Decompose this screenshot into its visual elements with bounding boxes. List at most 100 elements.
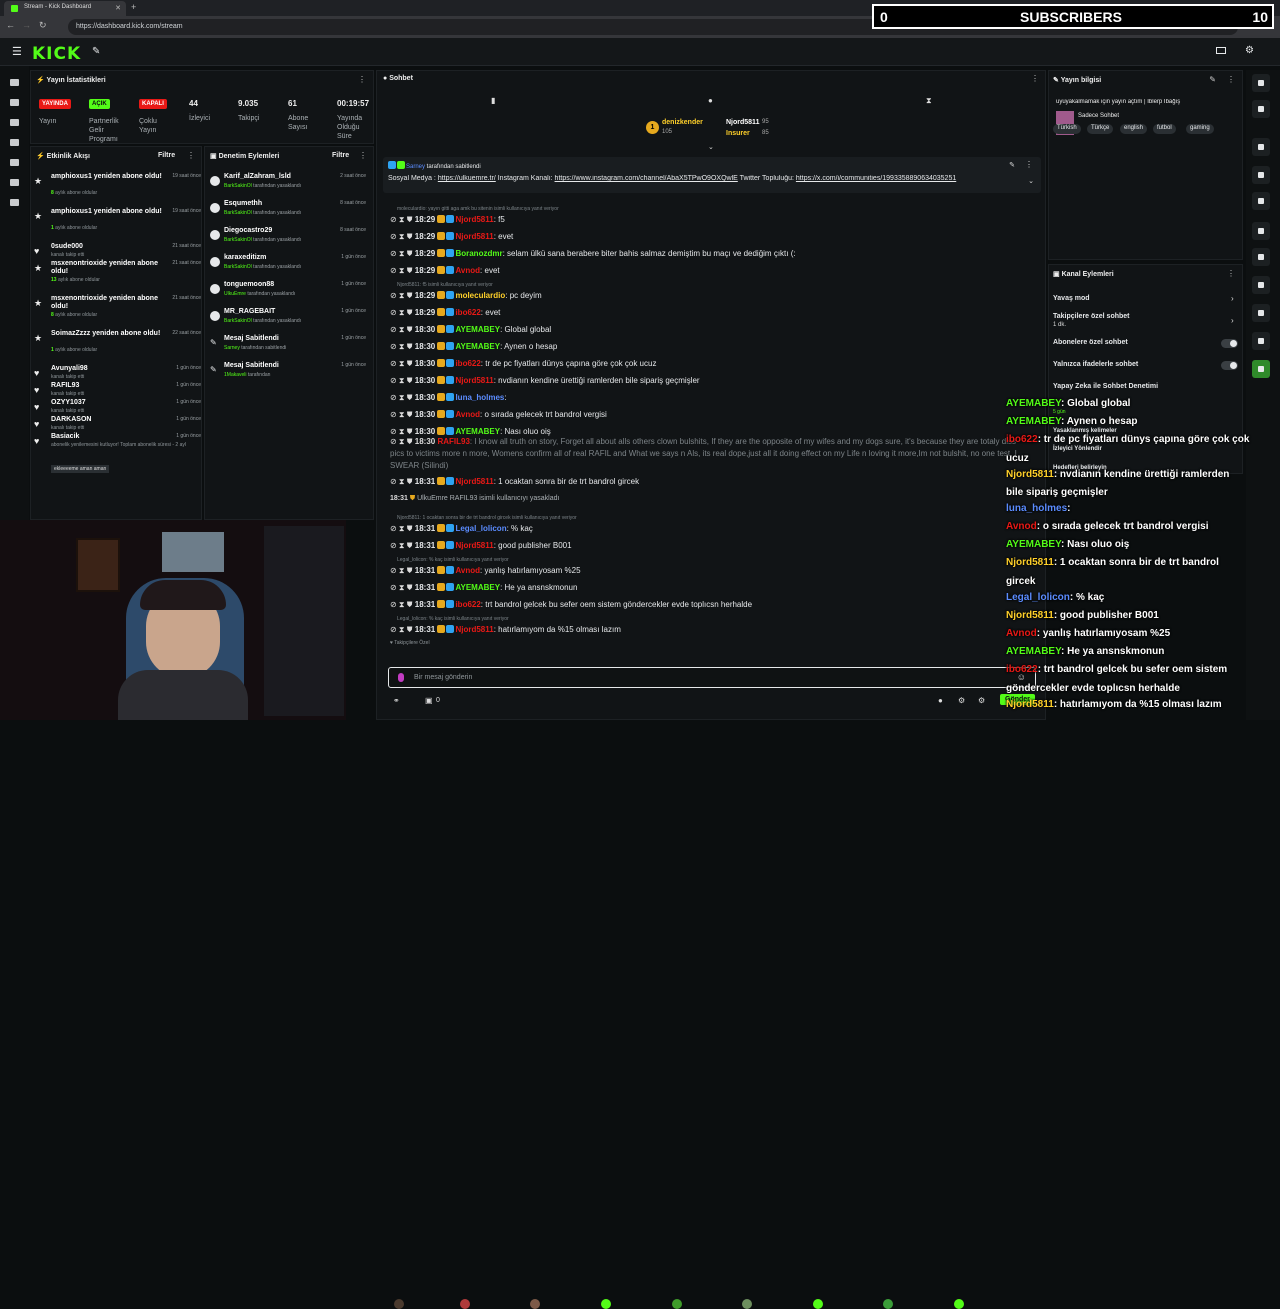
- chat-input[interactable]: Bir mesaj gönderin ☺: [388, 667, 1036, 688]
- pinned-link[interactable]: https://www.instagram.com/channel/AbaX5T…: [555, 175, 738, 182]
- chat-icon[interactable]: [1252, 222, 1270, 240]
- link-icon[interactable]: [1252, 248, 1270, 266]
- emote-section-label: ♥ Takipçilere Özel: [390, 640, 430, 646]
- live-badge[interactable]: YAYINDA: [39, 99, 71, 109]
- gold-medal-icon: 1: [646, 121, 659, 134]
- emote-icon[interactable]: [883, 1299, 893, 1309]
- settings-icon[interactable]: ⚙: [978, 696, 985, 705]
- ai-moderation-item[interactable]: Yapay Zeka ile Sohbet Denetimi: [1053, 383, 1158, 390]
- raid-item[interactable]: İzleyici Yönlendir: [1053, 446, 1102, 452]
- chat-bubble-icon[interactable]: ●: [938, 696, 943, 705]
- activity-sub: kanalı takip etti: [51, 408, 85, 414]
- activity-text: msxenontrioxide yeniden abone oldu!: [51, 260, 158, 275]
- moderation-filter-button[interactable]: Filtre: [332, 152, 349, 159]
- users-icon[interactable]: [10, 179, 19, 186]
- activity-filter-button[interactable]: Filtre: [158, 152, 175, 159]
- community-icon[interactable]: [10, 139, 19, 146]
- activity-time: 21 saat önce: [172, 295, 201, 301]
- partner-badge[interactable]: AÇIK: [89, 99, 110, 109]
- multistream-badge[interactable]: KAPALI: [139, 99, 167, 109]
- hourglass-icon[interactable]: ⧗: [926, 96, 932, 106]
- pin-icon[interactable]: ✎: [1009, 161, 1015, 169]
- trophy-icon[interactable]: [10, 119, 19, 126]
- emote-icon[interactable]: [742, 1299, 752, 1309]
- activity-sub: 1 aylık abone oldular: [51, 347, 98, 353]
- green-app-icon[interactable]: [1252, 360, 1270, 378]
- gear-icon[interactable]: [10, 199, 19, 206]
- emote-icon[interactable]: [954, 1299, 964, 1309]
- share-icon[interactable]: [1252, 332, 1270, 350]
- trash-icon[interactable]: [1252, 192, 1270, 210]
- tag-chip[interactable]: Türkish: [1053, 124, 1081, 134]
- sub-only-toggle[interactable]: [1221, 339, 1238, 348]
- viewer-count: 44: [189, 99, 198, 108]
- tag-chip[interactable]: Türkçe: [1087, 124, 1114, 134]
- pin-icon[interactable]: ✎: [92, 46, 100, 57]
- emote-icon[interactable]: [813, 1299, 823, 1309]
- moderation-user: tonguemoon88: [224, 281, 275, 288]
- more-icon[interactable]: ⋮: [1031, 74, 1039, 83]
- kick-logo[interactable]: KICK: [32, 44, 81, 64]
- emoji-icon[interactable]: ☺: [1017, 672, 1026, 682]
- chevron-down-icon[interactable]: ⌄: [1028, 177, 1034, 185]
- emote-icon[interactable]: [530, 1299, 540, 1309]
- tag-chip[interactable]: futbol: [1153, 124, 1176, 134]
- activity-item: ★ msxenontrioxide yeniden abone oldu! 13 a…: [31, 260, 206, 294]
- new-tab-icon[interactable]: +: [131, 2, 136, 12]
- moderation-list: Karif_alZahram_lsld BarkSakinOl tarafında…: [205, 173, 375, 393]
- more-icon[interactable]: ⋮: [359, 151, 367, 160]
- mic-icon[interactable]: [398, 673, 404, 682]
- lightning-icon[interactable]: [1252, 166, 1270, 184]
- gift-icon[interactable]: ▣: [425, 696, 433, 705]
- emote-icon[interactable]: [460, 1299, 470, 1309]
- edit-icon[interactable]: [1252, 100, 1270, 118]
- chat-bubble-icon[interactable]: ●: [708, 96, 713, 105]
- emote-only-toggle[interactable]: [1221, 361, 1238, 370]
- forward-icon[interactable]: →: [22, 20, 31, 30]
- more-icon[interactable]: ⋮: [1025, 160, 1033, 169]
- help-icon[interactable]: [1252, 138, 1270, 156]
- settings-icon[interactable]: ⚙: [1245, 45, 1254, 56]
- sub-only-item[interactable]: Abonelere özel sohbet: [1053, 339, 1128, 346]
- more-icon[interactable]: ⋮: [358, 75, 366, 84]
- gear-icon[interactable]: ⚙: [958, 696, 965, 705]
- emote-only-item[interactable]: Yalnızca ifadelerle sohbet: [1053, 361, 1138, 368]
- users-icon[interactable]: ⚭: [393, 696, 400, 705]
- tag-chip[interactable]: gaming: [1186, 124, 1214, 134]
- goals-item[interactable]: Hedefleri belirleyin: [1053, 465, 1107, 471]
- dashboard-icon[interactable]: [10, 99, 19, 106]
- layout-icon[interactable]: [1216, 47, 1226, 54]
- leader-name: denizkender: [662, 119, 703, 126]
- star-icon: ★: [34, 176, 43, 186]
- wrench-icon[interactable]: [1252, 304, 1270, 322]
- analytics-icon[interactable]: [10, 159, 19, 166]
- slow-mode-item[interactable]: Yavaş mod: [1053, 295, 1090, 302]
- trash-icon[interactable]: ▮: [491, 96, 495, 105]
- moderation-user: Diegocastro29: [224, 227, 273, 234]
- pinned-link[interactable]: https://ulkuemre.tr/: [438, 175, 496, 182]
- more-icon[interactable]: ⋮: [1227, 75, 1235, 84]
- heart-icon: ♥: [34, 402, 40, 412]
- banned-words-item[interactable]: Yasaklanmış kelimeler: [1053, 428, 1117, 434]
- more-icon[interactable]: ⋮: [187, 151, 195, 160]
- reload-icon[interactable]: ↻: [39, 20, 47, 31]
- emote-icon[interactable]: [394, 1299, 404, 1309]
- layers-icon[interactable]: [1252, 276, 1270, 294]
- more-icon[interactable]: ⋮: [1227, 269, 1235, 278]
- tag-chip[interactable]: english: [1120, 124, 1148, 134]
- chevron-down-icon[interactable]: ⌄: [708, 143, 714, 151]
- emote-icon[interactable]: [672, 1299, 682, 1309]
- emote-icon[interactable]: [601, 1299, 611, 1309]
- chevron-right-icon[interactable]: ›: [1231, 294, 1234, 303]
- info-icon[interactable]: [1252, 74, 1270, 92]
- send-button[interactable]: Gönder: [1000, 694, 1035, 705]
- followers-only-item[interactable]: Takipçilere özel sohbet: [1053, 313, 1130, 320]
- edit-icon[interactable]: ✎: [1209, 75, 1216, 84]
- browser-tab[interactable]: Stream - Kick Dashboard ✕: [4, 1, 126, 16]
- stream-icon[interactable]: [10, 79, 19, 86]
- close-tab-icon[interactable]: ✕: [115, 4, 121, 12]
- menu-icon[interactable]: ☰: [12, 45, 22, 58]
- pinned-link[interactable]: https://x.com/i/communities/199335889063…: [796, 175, 956, 182]
- back-icon[interactable]: ←: [6, 20, 15, 30]
- chevron-right-icon[interactable]: ›: [1231, 316, 1234, 325]
